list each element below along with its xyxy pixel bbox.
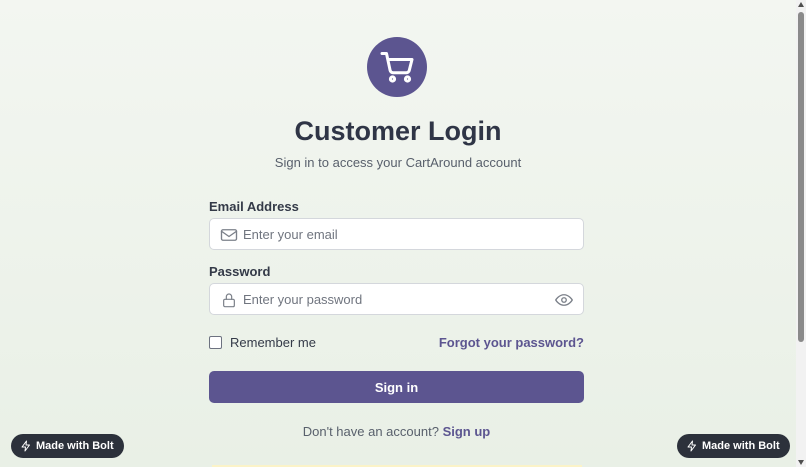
mail-icon: [220, 229, 238, 241]
login-page: Customer Login Sign in to access your Ca…: [0, 0, 796, 467]
page-subtitle: Sign in to access your CartAround accoun…: [274, 155, 522, 170]
password-label: Password: [209, 264, 271, 279]
forgot-password-link[interactable]: Forgot your password?: [439, 335, 584, 350]
signup-prompt-text: Don't have an account?: [302, 424, 439, 439]
email-field[interactable]: [243, 219, 543, 249]
lock-icon: [223, 293, 235, 308]
remember-label: Remember me: [230, 335, 316, 350]
eye-icon[interactable]: [555, 292, 573, 308]
bolt-icon: [21, 440, 30, 452]
bolt-icon: [687, 440, 696, 452]
page-title: Customer Login: [294, 116, 502, 146]
remember-me[interactable]: Remember me: [209, 335, 316, 350]
made-with-bolt-badge-left[interactable]: Made with Bolt: [11, 434, 124, 458]
login-options: Remember me Forgot your password?: [209, 335, 584, 353]
bolt-badge-label: Made with Bolt: [36, 440, 114, 452]
bolt-badge-label: Made with Bolt: [702, 440, 780, 452]
shopping-cart-icon: [380, 52, 414, 83]
sign-up-link[interactable]: Sign up: [443, 424, 491, 439]
scroll-thumb[interactable]: [798, 12, 804, 342]
made-with-bolt-badge-right[interactable]: Made with Bolt: [677, 434, 790, 458]
email-label: Email Address: [209, 199, 299, 214]
vertical-scrollbar[interactable]: [796, 0, 806, 467]
password-field[interactable]: [243, 284, 543, 314]
password-field-wrapper: [209, 283, 584, 315]
sign-in-button[interactable]: Sign in: [209, 371, 584, 403]
logo: [367, 37, 427, 97]
email-group: Email Address: [209, 198, 584, 250]
password-group: Password: [209, 263, 584, 315]
scroll-down-arrow-icon[interactable]: [798, 460, 804, 465]
scroll-up-arrow-icon[interactable]: [798, 2, 804, 7]
signup-prompt: Don't have an account? Sign up: [209, 424, 584, 439]
remember-checkbox[interactable]: [209, 336, 222, 349]
email-field-wrapper: [209, 218, 584, 250]
